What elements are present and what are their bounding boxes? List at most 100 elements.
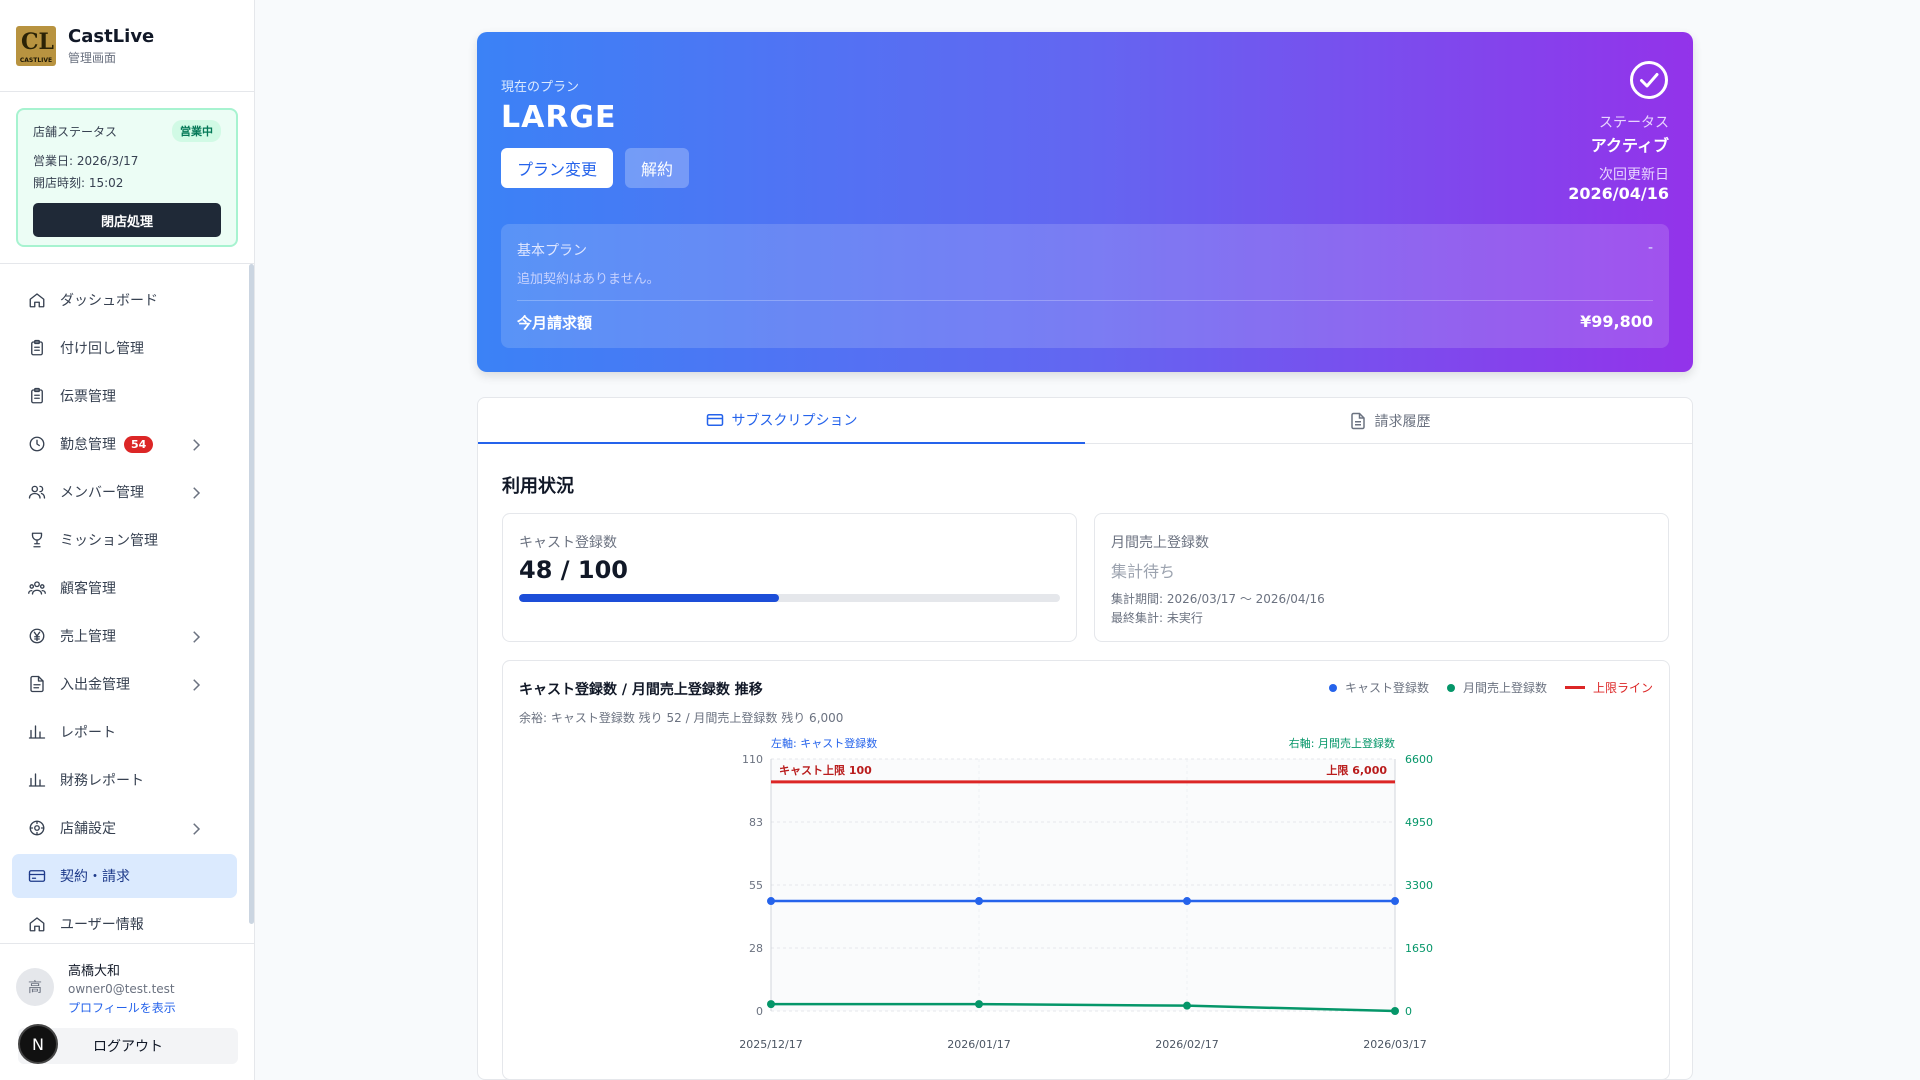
left-tick-label: 83 — [749, 816, 763, 829]
legend-line-limit — [1564, 686, 1585, 689]
sidebar-item-6[interactable]: 顧客管理 — [12, 566, 237, 610]
close-store-button[interactable]: 閉店処理 — [33, 203, 221, 237]
sales-limit-label: 上限 6,000 — [1326, 763, 1387, 777]
sidebar-item-label: 入出金管理 — [60, 677, 130, 693]
cast-usage-progress-fill — [519, 594, 779, 602]
sidebar-item-9[interactable]: レポート — [12, 710, 237, 754]
sales-last-run: 最終集計: 未実行 — [1111, 611, 1203, 625]
chevron-right-icon — [193, 439, 201, 451]
summary-divider — [517, 300, 1653, 301]
x-tick-label: 2026/02/17 — [1155, 1038, 1218, 1051]
store-status-card: 店舗ステータス 営業中 営業日: 2026/3/17 開店時刻: 15:02 閉… — [16, 108, 238, 247]
right-tick-label: 6600 — [1405, 753, 1433, 766]
cancel-plan-button[interactable]: 解約 — [625, 148, 689, 188]
sales-usage-value: 集計待ち — [1111, 562, 1176, 581]
series-point-0 — [1183, 897, 1191, 906]
current-plan-label: 現在のプラン — [501, 80, 580, 95]
chevron-right-icon — [193, 679, 201, 691]
profile-link[interactable]: プロフィールを表示 — [68, 999, 176, 1016]
sidebar-scrollbar[interactable] — [249, 264, 254, 924]
left-tick-label: 110 — [742, 753, 763, 766]
legend-sales: 月間売上登録数 — [1462, 681, 1547, 695]
sidebar-item-11[interactable]: 店舗設定 — [12, 806, 237, 850]
sidebar-item-5[interactable]: ミッション管理 — [12, 518, 237, 562]
store-status-label: 店舗ステータス — [33, 124, 118, 139]
right-tick-label: 1650 — [1405, 942, 1433, 955]
sidebar-divider — [0, 263, 255, 264]
change-plan-button[interactable]: プラン変更 — [501, 148, 613, 188]
sidebar-item-label: ミッション管理 — [60, 533, 158, 549]
sidebar-item-7[interactable]: 売上管理 — [12, 614, 237, 658]
x-tick-label: 2026/01/17 — [947, 1038, 1010, 1051]
sidebar-item-label: メンバー管理 — [60, 485, 144, 501]
series-point-0 — [975, 897, 983, 906]
series-point-1 — [1391, 1007, 1399, 1015]
sidebar-nav: ダッシュボード 付け回し管理 伝票管理勤怠管理 54 メンバー管理 ミッション管理 顧客管理… — [12, 278, 237, 950]
trophy-icon — [31, 532, 43, 548]
credit-card-icon — [706, 414, 723, 426]
sidebar-divider — [0, 943, 255, 944]
sidebar-item-3[interactable]: 勤怠管理 54 — [12, 422, 237, 466]
user-name: 高橋大和 — [68, 964, 121, 979]
check-circle-icon — [1630, 61, 1668, 99]
tab-billing-label: 請求履歴 — [1374, 414, 1431, 430]
tab-billing-history[interactable]: 請求履歴 — [1086, 398, 1692, 444]
n-badge-button[interactable]: N — [18, 1024, 58, 1064]
clock-icon — [29, 436, 45, 452]
billing-summary: 基本プラン - 追加契約はありません。 今月請求額 ¥99,800 — [501, 224, 1669, 348]
sales-usage-label: 月間売上登録数 — [1111, 535, 1209, 551]
right-tick-label: 0 — [1405, 1005, 1412, 1018]
chevron-right-icon — [193, 487, 201, 499]
usage-title: 利用状況 — [502, 476, 574, 497]
sidebar-item-12[interactable]: 契約・請求 — [12, 854, 237, 898]
sidebar-item-8[interactable]: 入出金管理 — [12, 662, 237, 706]
avatar[interactable]: 高 — [16, 968, 54, 1006]
sidebar-item-label: 顧客管理 — [60, 581, 116, 597]
home-icon — [29, 917, 45, 932]
subscription-card: サブスクリプション 請求履歴 利用状況 キャスト登録数 48 / 100 月間売… — [477, 397, 1693, 1080]
sidebar-item-label: 店舗設定 — [60, 821, 116, 837]
legend-limit: 上限ライン — [1592, 681, 1653, 695]
sidebar-item-label: 伝票管理 — [60, 389, 116, 405]
sidebar-item-label: 契約・請求 — [60, 869, 130, 885]
right-axis-label: 右軸: 月間売上登録数 — [1289, 736, 1395, 750]
sales-period: 集計期間: 2026/03/17 〜 2026/04/16 — [1111, 592, 1325, 606]
cast-limit-label: キャスト上限 100 — [779, 763, 872, 777]
sidebar-item-label: レポート — [60, 725, 116, 741]
sidebar-item-1[interactable]: 付け回し管理 — [12, 326, 237, 370]
sidebar-item-4[interactable]: メンバー管理 — [12, 470, 237, 514]
customers-icon — [28, 581, 46, 595]
user-email: owner0@test.test — [68, 982, 175, 996]
series-point-0 — [767, 897, 775, 906]
sidebar-item-2[interactable]: 伝票管理 — [12, 374, 237, 418]
settings-icon — [29, 820, 45, 836]
legend-dot-cast — [1328, 683, 1337, 692]
cast-usage-value: 48 / 100 — [519, 556, 628, 584]
usage-trend-chart: 110 83 55 28 0 6600 4950 3300 1650 0 2025/12/17 202… — [739, 736, 1433, 1051]
status-badge: 営業中 — [172, 120, 221, 142]
right-tick-label: 3300 — [1405, 879, 1433, 892]
chart-legend: キャスト登録数 月間売上登録数 上限ライン — [1311, 679, 1653, 696]
renewal-label: 次回更新日 — [1599, 167, 1669, 183]
chevron-right-icon — [193, 823, 201, 835]
cast-usage-label: キャスト登録数 — [519, 535, 617, 551]
sidebar-item-label: 勤怠管理 — [60, 437, 116, 453]
monthly-billing-amount: ¥99,800 — [1580, 312, 1653, 331]
tab-bar: サブスクリプション 請求履歴 — [478, 398, 1692, 444]
legend-dot-sales — [1446, 683, 1455, 692]
left-tick-label: 55 — [749, 879, 763, 892]
base-plan-label: 基本プラン — [517, 243, 587, 259]
sidebar-item-label: ダッシュボード — [60, 293, 158, 309]
plan-name: LARGE — [501, 100, 617, 135]
series-point-1 — [975, 1000, 983, 1009]
sidebar-item-label: 付け回し管理 — [60, 341, 144, 357]
sidebar-item-10[interactable]: 財務レポート — [12, 758, 237, 802]
renewal-date: 2026/04/16 — [1568, 184, 1669, 203]
sidebar: CL CASTLIVE CastLive 管理画面 店舗ステータス 営業中 営業… — [0, 0, 255, 1080]
right-tick-label: 4950 — [1405, 816, 1433, 829]
sidebar-item-0[interactable]: ダッシュボード — [12, 278, 237, 322]
business-day: 営業日: 2026/3/17 — [33, 154, 139, 168]
sidebar-item-label: ユーザー情報 — [60, 917, 144, 933]
tab-subscription[interactable]: サブスクリプション — [478, 398, 1085, 444]
sidebar-item-13[interactable]: ユーザー情報 — [12, 902, 237, 946]
